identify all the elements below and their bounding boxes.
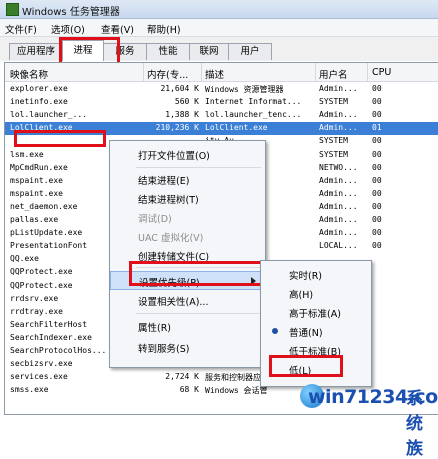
menu-bar: 文件(F) 选项(O) 查看(V) 帮助(H) — [0, 19, 438, 37]
cell-user: NETWO... — [319, 162, 358, 172]
tab-users[interactable]: 用户 — [228, 43, 272, 60]
watermark-suffix: 系统族 — [406, 389, 423, 459]
highlight-priority-low — [269, 355, 343, 377]
cell-mem: 2,724 K — [165, 372, 199, 382]
cell-cpu: 01 — [372, 123, 382, 133]
highlight-lolclient-row — [14, 130, 106, 147]
priority-above-normal[interactable]: 高于标准(A) — [261, 303, 371, 322]
priority-high[interactable]: 高(H) — [261, 284, 371, 303]
cell-mem: 1,388 K — [165, 110, 199, 120]
menu-go-to-services[interactable]: 转到服务(S) — [110, 338, 265, 357]
cell-name: services.exe — [10, 372, 68, 382]
column-cpu[interactable]: CPU — [372, 67, 391, 78]
cell-cpu: 00 — [372, 201, 382, 211]
cell-user: Admin... — [319, 123, 358, 133]
cell-mem: 210,236 K — [155, 123, 199, 133]
cell-desc: LolClient.exe — [205, 123, 268, 133]
cell-user: Admin... — [319, 201, 358, 211]
cell-cpu: 00 — [372, 188, 382, 198]
context-menu: 打开文件位置(O) 结束进程(E) 结束进程树(T) 调试(D) UAC 虚拟化… — [109, 140, 266, 368]
tab-performance[interactable]: 性能 — [146, 43, 190, 60]
window-title: Windows 任务管理器 — [22, 7, 120, 18]
cell-desc: Windows 资源管理器 — [205, 85, 284, 94]
menu-properties[interactable]: 属性(R) — [110, 317, 265, 336]
table-row[interactable]: inetinfo.exe 560 K Internet Informat... SYS… — [5, 96, 438, 109]
cell-desc: Internet Informat... — [205, 97, 302, 107]
cell-cpu: 00 — [372, 110, 382, 120]
cell-cpu: 00 — [372, 175, 382, 185]
table-row[interactable]: lol.launcher_... 1,388 K lol.launcher_tenc… — [5, 109, 438, 122]
cell-name: lol.launcher_... — [10, 110, 88, 120]
cell-cpu: 00 — [372, 215, 382, 224]
table-row[interactable]: explorer.exe 21,604 K Windows 资源管理器 Admin..… — [5, 83, 438, 96]
tab-applications[interactable]: 应用程序 — [9, 43, 63, 60]
cell-cpu: 00 — [372, 84, 382, 93]
menu-uac-virtualization: UAC 虚拟化(V) — [138, 233, 204, 244]
cell-user: SYSTEM — [319, 149, 348, 159]
task-manager-icon — [6, 3, 19, 16]
site-watermark: win71234.com 系统族 — [300, 382, 438, 459]
column-memory[interactable]: 内存(专... — [147, 67, 188, 81]
cell-cpu: 00 — [372, 136, 382, 146]
menu-open-file-location[interactable]: 打开文件位置(O) — [110, 145, 265, 164]
column-image-name[interactable]: 映像名称 — [10, 67, 48, 81]
cell-user: Admin... — [319, 110, 358, 120]
cell-user: LOCAL... — [319, 241, 358, 251]
column-user[interactable]: 用户名 — [319, 67, 348, 81]
menu-end-process-tree[interactable]: 结束进程树(T) — [110, 189, 265, 208]
cell-name: inetinfo.exe — [10, 97, 68, 107]
list-header: 映像名称 内存(专... 描述 用户名 CPU — [5, 63, 438, 82]
cell-user: Admin... — [319, 175, 358, 185]
menu-view[interactable]: 查看(V) — [101, 22, 134, 36]
menu-help[interactable]: 帮助(H) — [147, 22, 181, 36]
cell-desc: lol.launcher_tenc... — [205, 110, 302, 120]
cell-cpu: 00 — [372, 97, 382, 107]
priority-realtime[interactable]: 实时(R) — [261, 265, 371, 284]
cell-mem: 21,604 K — [160, 84, 199, 93]
tab-networking[interactable]: 联网 — [189, 43, 229, 60]
menu-set-affinity[interactable]: 设置相关性(A)... — [110, 291, 265, 310]
highlight-set-priority — [129, 261, 281, 286]
cell-mem: 68 K — [179, 385, 199, 395]
cell-name: smss.exe — [10, 385, 49, 395]
cell-cpu: 00 — [372, 162, 382, 172]
title-bar: Windows 任务管理器 — [0, 0, 438, 19]
column-description[interactable]: 描述 — [205, 67, 224, 81]
cell-mem: 560 K — [174, 97, 199, 107]
menu-debug: 调试(D) — [138, 214, 172, 225]
cell-user: Admin... — [319, 84, 358, 93]
cell-name: explorer.exe — [10, 84, 68, 93]
selected-radio-icon — [272, 328, 278, 334]
menu-end-process[interactable]: 结束进程(E) — [110, 170, 265, 189]
menu-file[interactable]: 文件(F) — [5, 22, 37, 36]
priority-normal[interactable]: 普通(N) — [261, 322, 371, 341]
cell-user: SYSTEM — [319, 136, 348, 146]
cell-user: Admin... — [319, 188, 358, 198]
cell-cpu: 00 — [372, 149, 382, 159]
cell-user: Admin... — [319, 215, 358, 224]
cell-user: Admin... — [319, 228, 358, 238]
menu-options[interactable]: 选项(O) — [51, 22, 85, 36]
cell-user: SYSTEM — [319, 97, 348, 107]
cell-cpu: 00 — [372, 241, 382, 251]
cell-cpu: 00 — [372, 228, 382, 238]
